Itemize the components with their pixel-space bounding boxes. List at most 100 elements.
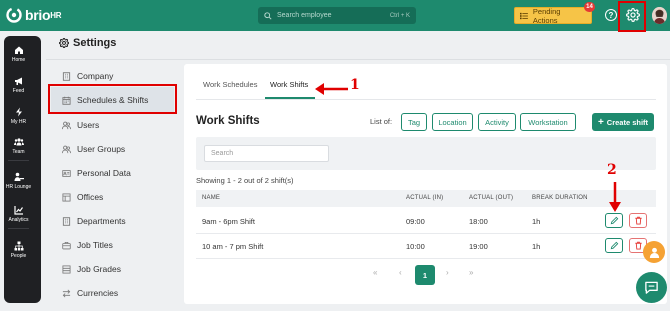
profile-fab[interactable] xyxy=(643,241,665,263)
user-group-icon xyxy=(62,145,71,153)
chart-icon xyxy=(13,206,23,215)
nav-label: My HR xyxy=(10,119,27,125)
nav-item-my-hr[interactable]: My HR xyxy=(0,107,37,125)
megaphone-icon xyxy=(14,77,22,85)
annotation-arrow-down xyxy=(609,182,621,212)
sidebar-item-user-groups[interactable]: User Groups xyxy=(62,140,125,158)
sidebar-item-offices[interactable]: Offices xyxy=(62,188,103,206)
department-icon xyxy=(62,216,71,226)
home-icon xyxy=(14,46,23,54)
row1-delete-button[interactable] xyxy=(629,213,647,228)
list-icon xyxy=(520,12,528,19)
sidebar-item-company[interactable]: Company xyxy=(62,67,113,85)
col-break-duration: BREAK DURATION xyxy=(532,195,588,201)
sidebar-item-users[interactable]: Users xyxy=(62,116,99,134)
chip-location[interactable]: Location xyxy=(432,113,473,131)
grades-icon xyxy=(62,264,71,274)
pager-next[interactable]: › xyxy=(446,268,449,277)
row-divider xyxy=(196,258,656,259)
pager-last[interactable]: » xyxy=(469,268,473,277)
chip-workstation[interactable]: Workstation xyxy=(520,113,576,131)
nav-label: Analytics xyxy=(8,217,29,223)
pager-first[interactable]: « xyxy=(373,268,377,277)
annotation-step-1: 1 xyxy=(350,77,360,93)
create-shift-button[interactable]: + Create shift xyxy=(592,113,654,131)
shift-search-input[interactable]: Search xyxy=(204,145,329,162)
avatar[interactable] xyxy=(652,7,667,24)
sidebar-item-departments[interactable]: Departments xyxy=(62,212,126,230)
sidebar-item-label: User Groups xyxy=(77,144,126,154)
highlight-box-gear xyxy=(618,1,646,32)
row2-edit-button[interactable] xyxy=(605,238,623,253)
tab-active-indicator xyxy=(265,97,315,99)
gear-icon xyxy=(59,38,69,48)
pending-count-badge: 14 xyxy=(584,2,595,12)
tab-work-shifts[interactable]: Work Shifts xyxy=(270,80,308,89)
sidebar-item-label: Offices xyxy=(77,192,104,202)
pending-actions-label: Pending Actions xyxy=(532,6,561,25)
nav-divider xyxy=(8,160,29,161)
nav-item-people[interactable]: People xyxy=(0,241,37,259)
tab-work-schedules[interactable]: Work Schedules xyxy=(203,80,257,89)
sidebar-item-label: Departments xyxy=(77,216,126,226)
annotation-step-2: 2 xyxy=(607,162,617,178)
row1-out: 18:00 xyxy=(469,217,488,226)
pager-prev[interactable]: ‹ xyxy=(399,268,402,277)
pencil-icon xyxy=(610,216,618,225)
person-desk-icon xyxy=(14,172,24,181)
nav-item-analytics[interactable]: Analytics xyxy=(0,205,37,223)
nav-item-feed[interactable]: Feed xyxy=(0,76,37,94)
sidebar-item-job-titles[interactable]: Job Titles xyxy=(62,236,113,254)
pending-actions-button[interactable]: Pending Actions xyxy=(514,6,592,25)
exchange-icon xyxy=(62,289,71,297)
id-card-icon xyxy=(62,169,71,177)
nav-item-team[interactable]: Team xyxy=(0,137,37,155)
pager-current[interactable]: 1 xyxy=(415,265,435,285)
nav-label: Feed xyxy=(12,88,25,94)
row-divider xyxy=(196,233,656,234)
user-icon xyxy=(649,247,659,258)
chip-tag[interactable]: Tag xyxy=(401,113,427,131)
employee-search[interactable]: Search employee Ctrl + K xyxy=(258,7,416,24)
brio-logo[interactable]: brioHR xyxy=(6,7,62,23)
tab-divider xyxy=(196,99,656,100)
row1-edit-button[interactable] xyxy=(605,213,623,228)
sidebar-item-label: Company xyxy=(77,71,114,81)
office-icon xyxy=(62,192,71,202)
row2-in: 10:00 xyxy=(406,242,425,251)
nav-item-home[interactable]: Home xyxy=(0,45,37,63)
col-actual-out: ACTUAL (OUT) xyxy=(469,195,514,201)
briefcase-icon xyxy=(62,241,71,249)
sidebar-item-label: Job Grades xyxy=(77,264,121,274)
team-icon xyxy=(13,138,24,146)
nav-item-hr-lounge[interactable]: HR Lounge xyxy=(0,172,37,190)
sidebar-item-currencies[interactable]: Currencies xyxy=(62,284,118,302)
sidebar-item-job-grades[interactable]: Job Grades xyxy=(62,260,121,278)
building-icon xyxy=(62,71,71,81)
help-icon[interactable]: ? xyxy=(605,9,617,21)
nav-label: Team xyxy=(12,149,25,155)
section-title: Work Shifts xyxy=(196,115,260,127)
page-title: Settings xyxy=(59,37,116,49)
col-actual-in: ACTUAL (IN) xyxy=(406,195,444,201)
search-shortcut: Ctrl + K xyxy=(389,12,410,19)
search-placeholder: Search employee xyxy=(277,12,332,19)
lightning-icon xyxy=(15,107,22,117)
row1-break: 1h xyxy=(532,217,541,226)
col-name: NAME xyxy=(202,195,221,201)
sidebar-item-label: Users xyxy=(77,120,100,130)
list-of-label: List of: xyxy=(370,117,393,126)
sidebar-item-label: Currencies xyxy=(77,288,119,298)
nav-label: People xyxy=(10,253,27,259)
row1-in: 09:00 xyxy=(406,217,425,226)
chat-fab[interactable] xyxy=(636,272,667,303)
chip-activity[interactable]: Activity xyxy=(478,113,516,131)
sidebar-item-personal-data[interactable]: Personal Data xyxy=(62,164,131,182)
search-placeholder: Search xyxy=(211,150,234,157)
header-divider xyxy=(46,59,670,60)
nav-label: Home xyxy=(11,57,26,63)
highlight-box-sidebar xyxy=(48,84,177,114)
trash-icon xyxy=(634,241,642,250)
results-count: Showing 1 - 2 out of 2 shift(s) xyxy=(196,176,294,185)
sidebar-item-label: Job Titles xyxy=(77,240,113,250)
